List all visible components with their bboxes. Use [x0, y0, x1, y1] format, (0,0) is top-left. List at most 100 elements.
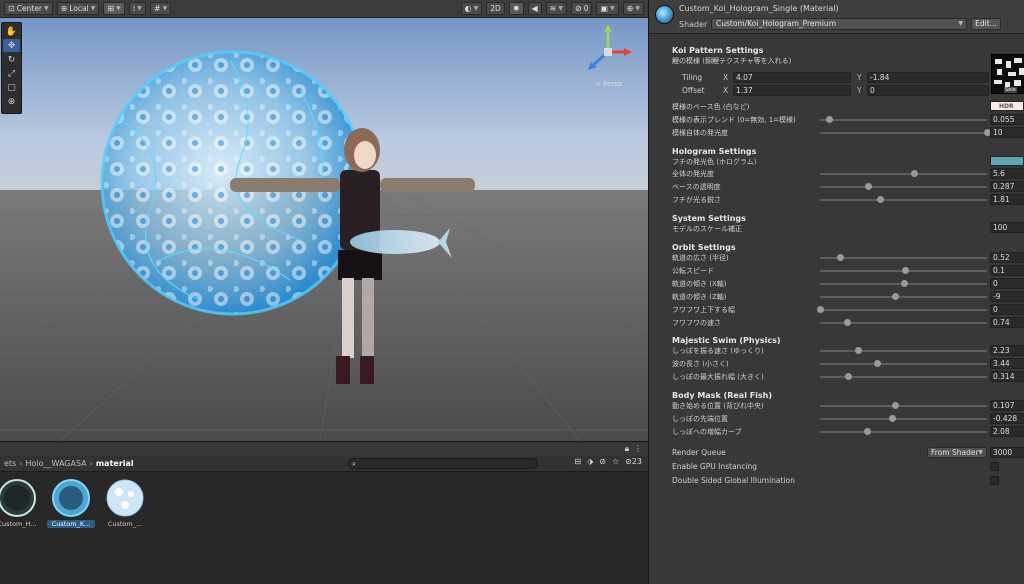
camera-button[interactable]: ▣ ▼: [596, 2, 619, 15]
asset-item[interactable]: Custom_...: [102, 478, 148, 528]
slider-knob[interactable]: [845, 373, 853, 380]
pattern-blend-slider[interactable]: [820, 116, 987, 123]
offset-y-field[interactable]: 0: [867, 85, 989, 96]
alpha-slider[interactable]: [820, 183, 987, 190]
audio-toggle-button[interactable]: ◀: [527, 2, 542, 15]
orbit-radius-slider[interactable]: [820, 254, 987, 261]
texture-select-button[interactable]: Sele: [1004, 87, 1017, 93]
eye-slash-icon[interactable]: ⊘: [599, 458, 606, 466]
snap-increment-button[interactable]: ⁞ ▼: [128, 2, 146, 15]
render-queue-dropdown[interactable]: From Shader ▼: [927, 447, 987, 458]
pivot-button[interactable]: ⊡ Center ▼: [4, 2, 53, 15]
rect-tool-button[interactable]: ▢: [3, 81, 20, 94]
tilt-z-slider[interactable]: [820, 293, 987, 300]
slider-knob[interactable]: [900, 280, 908, 287]
scene-viewport[interactable]: [0, 0, 648, 441]
tiling-y-field[interactable]: -1.84: [867, 72, 989, 83]
rotate-tool-button[interactable]: ↻: [3, 53, 20, 66]
tail-speed-value[interactable]: 2.23: [990, 345, 1024, 356]
filter-type-icon[interactable]: ⊟: [574, 458, 581, 466]
scene-view[interactable]: ⊡ Center ▼ ⊕ Local ▼ ⊞ ▼ ⁞ ▼ # ▼ ◐ ▼ 2D: [0, 0, 648, 441]
slider-knob[interactable]: [817, 306, 824, 313]
slider-knob[interactable]: [855, 347, 863, 354]
mask-tip-value[interactable]: -0.428: [990, 413, 1024, 424]
scale-value[interactable]: 100: [990, 222, 1024, 233]
pattern-blend-value[interactable]: 0.055: [990, 114, 1024, 125]
project-search-input[interactable]: ⌕: [348, 458, 538, 469]
projection-label[interactable]: < Persp: [595, 80, 622, 88]
asset-item-selected[interactable]: Custom_K...: [47, 478, 95, 528]
gpu-instancing-checkbox[interactable]: [990, 462, 999, 471]
tail-amplitude-value[interactable]: 0.314: [990, 371, 1024, 382]
tail-amplitude-slider[interactable]: [820, 373, 987, 380]
mask-curve-slider[interactable]: [820, 428, 987, 435]
glow-value[interactable]: 5.6: [990, 168, 1024, 179]
slider-knob[interactable]: [892, 293, 900, 300]
slider-knob[interactable]: [843, 319, 851, 326]
slider-knob[interactable]: [863, 428, 871, 435]
grid-snap-button[interactable]: ⊞ ▼: [103, 2, 125, 15]
slider-knob[interactable]: [873, 360, 881, 367]
2d-toggle-button[interactable]: 2D: [486, 2, 505, 15]
mask-start-value[interactable]: 0.107: [990, 400, 1024, 411]
tiling-x-field[interactable]: 4.07: [733, 72, 851, 83]
bob-height-value[interactable]: 0: [990, 304, 1024, 315]
mask-curve-value[interactable]: 2.08: [990, 426, 1024, 437]
edit-shader-button[interactable]: Edit...: [971, 18, 1001, 30]
mask-start-slider[interactable]: [820, 402, 987, 409]
slider-knob[interactable]: [877, 196, 885, 203]
render-queue-value[interactable]: 3000: [990, 447, 1024, 458]
grid-visibility-button[interactable]: # ▼: [149, 2, 172, 15]
lock-icon[interactable]: 🔒︎: [625, 445, 629, 453]
bob-speed-slider[interactable]: [820, 319, 987, 326]
slider-knob[interactable]: [892, 402, 900, 409]
offset-x-field[interactable]: 1.37: [733, 85, 851, 96]
star-icon[interactable]: ☆: [612, 458, 619, 466]
draw-mode-button[interactable]: ◐ ▼: [460, 2, 483, 15]
breadcrumb-item[interactable]: Holo__WAGASA: [25, 459, 86, 468]
pattern-emission-value[interactable]: 10: [990, 127, 1024, 138]
double-sided-gi-checkbox[interactable]: [990, 476, 999, 485]
hidden-objects-button[interactable]: ⊘ 0: [571, 2, 593, 15]
scale-tool-button[interactable]: ⤢: [3, 67, 20, 80]
label-icon[interactable]: ⬗: [587, 458, 593, 466]
asset-item[interactable]: Custom_H...: [0, 478, 40, 528]
rim-color-swatch[interactable]: [990, 156, 1024, 166]
orbit-radius-value[interactable]: 0.52: [990, 252, 1024, 263]
bob-speed-value[interactable]: 0.74: [990, 317, 1024, 328]
tilt-z-value[interactable]: -9: [990, 291, 1024, 302]
hidden-packages-icon[interactable]: ⊘23: [625, 458, 642, 466]
lighting-toggle-button[interactable]: ✹: [508, 2, 524, 15]
breadcrumb-item[interactable]: ets: [4, 459, 16, 468]
pattern-emission-slider[interactable]: [820, 129, 991, 136]
wave-length-slider[interactable]: [820, 360, 987, 367]
orbit-speed-slider[interactable]: [820, 267, 987, 274]
view-tool-button[interactable]: ✋: [3, 25, 20, 38]
transform-tool-button[interactable]: ⊛: [3, 95, 20, 108]
tilt-x-value[interactable]: 0: [990, 278, 1024, 289]
breadcrumb-current[interactable]: material: [96, 459, 134, 468]
mask-tip-slider[interactable]: [820, 415, 987, 422]
gizmos-button[interactable]: ⊕ ▼: [622, 2, 644, 15]
bob-height-slider[interactable]: [817, 306, 987, 313]
slider-knob[interactable]: [888, 415, 896, 422]
tilt-x-slider[interactable]: [820, 280, 987, 287]
orientation-gizmo[interactable]: [582, 22, 634, 84]
slider-knob[interactable]: [864, 183, 872, 190]
orbit-speed-value[interactable]: 0.1: [990, 265, 1024, 276]
alpha-value[interactable]: 0.287: [990, 181, 1024, 192]
shader-dropdown[interactable]: Custom/Koi_Hologram_Premium ▼: [711, 18, 967, 30]
rim-slider[interactable]: [820, 196, 987, 203]
slider-knob[interactable]: [837, 254, 845, 261]
menu-dots-icon[interactable]: ⋮: [634, 445, 642, 453]
wave-length-value[interactable]: 3.44: [990, 358, 1024, 369]
move-tool-button[interactable]: ✥: [3, 39, 20, 52]
slider-knob[interactable]: [902, 267, 910, 274]
tail-speed-slider[interactable]: [820, 347, 987, 354]
space-button[interactable]: ⊕ Local ▼: [56, 2, 100, 15]
effects-button[interactable]: ≋ ▼: [545, 2, 567, 15]
glow-slider[interactable]: [820, 170, 987, 177]
slider-knob[interactable]: [910, 170, 918, 177]
slider-knob[interactable]: [826, 116, 834, 123]
rim-value[interactable]: 1.81: [990, 194, 1024, 205]
